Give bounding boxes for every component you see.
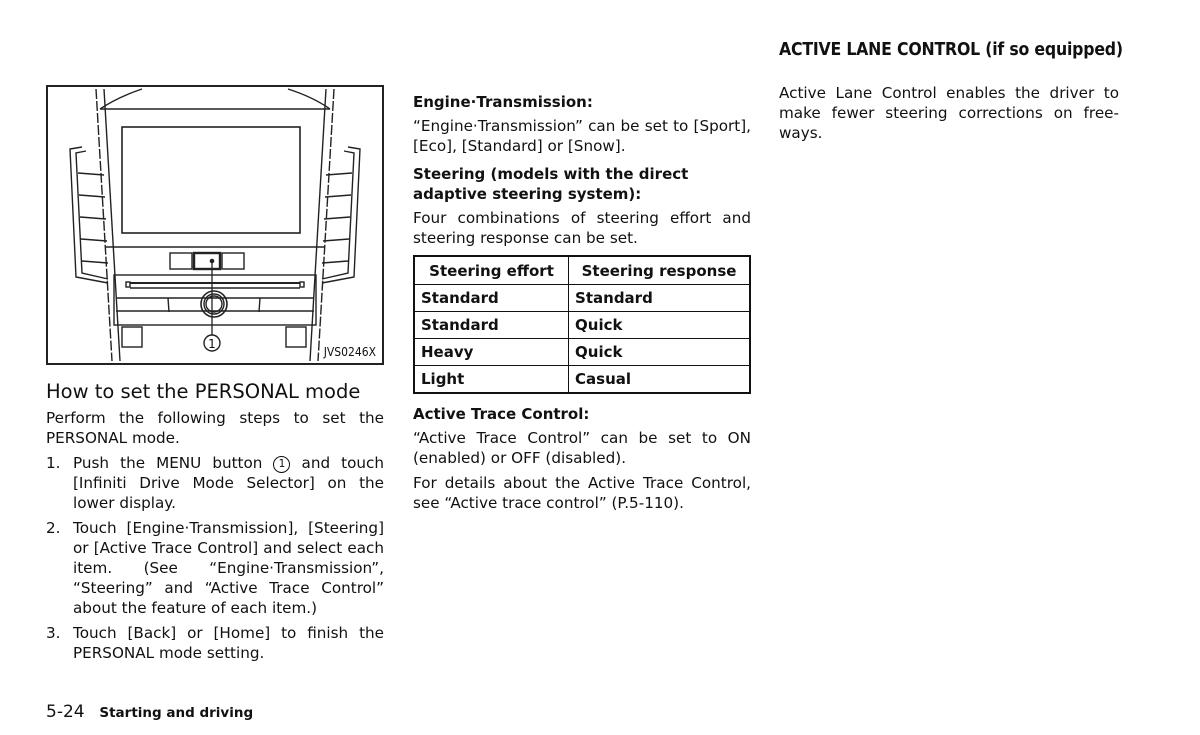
table-cell: Heavy xyxy=(413,338,570,366)
steering-heading: Steering (models with the direct adaptiv… xyxy=(413,165,689,203)
column-header: Steering effort xyxy=(413,255,570,285)
figure-code: JVS0246X xyxy=(323,345,376,359)
list-item: 3. Touch [Back] or [Home] to finish the … xyxy=(46,623,384,663)
section-name: Starting and driving xyxy=(99,705,254,721)
table-cell: Standard xyxy=(413,311,570,339)
table-cell: Casual xyxy=(568,365,751,394)
step-text: Touch [Back] or [Home] to finish the PER… xyxy=(73,624,384,662)
button-right xyxy=(221,252,245,270)
table-header-row: Steering effort Steering response xyxy=(413,255,751,285)
menu-button xyxy=(192,251,222,271)
steering-combinations-table: Steering effort Steering response Standa… xyxy=(413,255,751,394)
table-cell: Light xyxy=(413,365,570,394)
active-trace-control-text: “Active Trace Control” can be set to ON … xyxy=(413,429,751,467)
intro-paragraph: Perform the following steps to set the P… xyxy=(46,409,384,447)
list-item: 2. Touch [Engine·Transmission], [Steerin… xyxy=(46,518,384,618)
table-row: Light Casual xyxy=(413,365,751,394)
table-row: Heavy Quick xyxy=(413,338,751,366)
display-screen xyxy=(121,126,301,234)
table-row: Standard Standard xyxy=(413,284,751,312)
section-heading-personal-mode: How to set the PERSONAL mode xyxy=(46,380,361,403)
callout-marker: 1 xyxy=(273,456,291,473)
button-left xyxy=(169,252,193,270)
active-trace-control-details: For details about the Active Trace Contr… xyxy=(413,474,751,512)
step-number: 3. xyxy=(46,624,61,642)
table-cell: Standard xyxy=(568,284,751,312)
list-item: 1. Push the MENU button 1 and touch [Inf… xyxy=(46,453,384,513)
dashboard-illustration: 1 JVS0246X xyxy=(46,85,384,365)
table-row: Standard Quick xyxy=(413,311,751,339)
column-header: Steering response xyxy=(568,255,751,285)
section-heading-active-lane-control: ACTIVE LANE CONTROL (if so equipped) xyxy=(779,40,1123,60)
center-console-drawing: 1 xyxy=(69,88,361,362)
engine-transmission-text: “Engine·Transmission” can be set to [Spo… xyxy=(413,117,751,155)
table-cell: Standard xyxy=(413,284,570,312)
dash-arc-right xyxy=(287,88,331,110)
step-number: 1. xyxy=(46,454,61,472)
table-cell: Quick xyxy=(568,338,751,366)
page-footer: 5-24 Starting and driving xyxy=(46,702,253,722)
step-text: Touch [Engine·Transmission], [Steering] … xyxy=(73,519,384,617)
active-lane-control-text: Active Lane Control enables the driver t… xyxy=(779,84,1119,142)
page-number: 5-24 xyxy=(46,702,85,722)
steps-list: 1. Push the MENU button 1 and touch [Inf… xyxy=(46,453,384,668)
callout-number: 1 xyxy=(208,337,216,351)
steering-text: Four combinations of steering effort and… xyxy=(413,209,751,247)
table-cell: Quick xyxy=(568,311,751,339)
step-text: Push the MENU button xyxy=(73,454,263,472)
active-trace-control-heading: Active Trace Control: xyxy=(413,405,590,423)
dash-arc-left xyxy=(99,88,143,110)
engine-transmission-heading: Engine·Transmission: xyxy=(413,93,593,111)
control-knob xyxy=(200,290,228,318)
step-number: 2. xyxy=(46,519,61,537)
